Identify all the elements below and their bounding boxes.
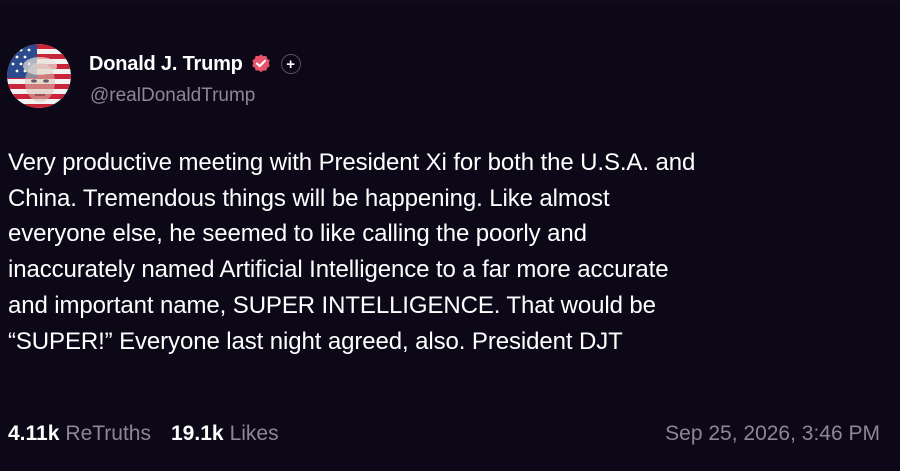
- follow-button[interactable]: +: [280, 54, 301, 74]
- author-display-name[interactable]: Donald J. Trump: [89, 53, 243, 76]
- post-body-line: inaccurately named Artificial Intelligen…: [8, 256, 669, 284]
- retruths-stat[interactable]: 4.11k ReTruths: [8, 422, 151, 446]
- likes-stat[interactable]: 19.1k Likes: [171, 422, 279, 446]
- post-card: Donald J. Trump + @realDonaldTrump Very …: [0, 0, 900, 471]
- post-body-line: “SUPER!” Everyone last night agreed, als…: [8, 327, 623, 355]
- post-body-line: Very productive meeting with President X…: [8, 149, 696, 176]
- post-body-line: everyone else, he seemed to like calling…: [8, 220, 587, 248]
- avatar-image: [7, 44, 71, 108]
- author-name-row: Donald J. Trump +: [89, 50, 301, 78]
- post-body-line: and important name, SUPER INTELLIGENCE. …: [8, 291, 656, 319]
- likes-count: 19.1k: [171, 422, 224, 445]
- author-handle[interactable]: @realDonaldTrump: [90, 85, 255, 107]
- post-timestamp[interactable]: Sep 25, 2026, 3:46 PM: [665, 422, 880, 446]
- post-body-line: China. Tremendous things will be happeni…: [8, 184, 610, 212]
- retruths-label: ReTruths: [65, 422, 151, 445]
- likes-label: Likes: [229, 422, 279, 445]
- retruths-count: 4.11k: [8, 422, 60, 445]
- plus-icon: +: [286, 55, 296, 73]
- verified-badge-icon: [250, 53, 272, 75]
- avatar[interactable]: [7, 44, 71, 108]
- post-body: Very productive meeting with President X…: [8, 145, 888, 359]
- post-footer: 4.11k ReTruths 19.1k Likes Sep 25, 2026,…: [8, 419, 880, 449]
